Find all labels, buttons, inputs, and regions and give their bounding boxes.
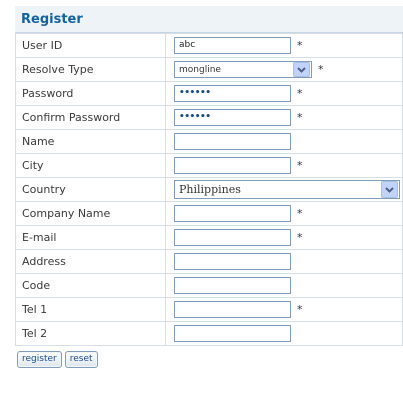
row-company-name: Company Name *	[15, 201, 403, 226]
chevron-down-icon[interactable]	[293, 62, 310, 77]
row-tel2: Tel 2	[15, 321, 403, 346]
password-label: Password	[15, 81, 166, 106]
row-tel1: Tel 1 *	[15, 297, 403, 322]
register-panel: Register User ID abc * Resolve Type mongl…	[15, 6, 403, 368]
reset-button[interactable]: reset	[64, 351, 98, 368]
email-label: E-mail	[15, 225, 166, 250]
row-address: Address	[15, 249, 403, 274]
row-email: E-mail *	[15, 225, 403, 250]
country-label: Country	[15, 177, 166, 202]
code-label: Code	[15, 273, 166, 298]
company-name-label: Company Name	[15, 201, 166, 226]
password-input[interactable]: ••••••	[174, 85, 291, 102]
required-marker: *	[297, 303, 303, 316]
address-input[interactable]	[174, 253, 291, 270]
city-input[interactable]	[174, 157, 291, 174]
city-label: City	[15, 153, 166, 178]
chevron-down-icon[interactable]	[381, 181, 398, 198]
button-bar: register reset	[15, 346, 403, 368]
register-button[interactable]: register	[17, 351, 62, 368]
row-confirm-password: Confirm Password •••••• *	[15, 105, 403, 130]
confirm-password-input[interactable]: ••••••	[174, 109, 291, 126]
user-id-input[interactable]: abc	[174, 37, 291, 54]
row-country: Country Philippines	[15, 177, 403, 202]
country-select[interactable]: Philippines	[174, 180, 400, 199]
email-input[interactable]	[174, 229, 291, 246]
code-input[interactable]	[174, 277, 291, 294]
required-marker: *	[297, 159, 303, 172]
resolve-type-label: Resolve Type	[15, 57, 166, 82]
required-marker: *	[297, 111, 303, 124]
tel2-input[interactable]	[174, 325, 291, 342]
required-marker: *	[297, 39, 303, 52]
row-user-id: User ID abc *	[15, 33, 403, 58]
row-password: Password •••••• *	[15, 81, 403, 106]
page-title: Register	[21, 11, 83, 27]
name-input[interactable]	[174, 133, 291, 150]
title-bar: Register	[15, 6, 403, 33]
user-id-label: User ID	[15, 33, 166, 58]
tel1-input[interactable]	[174, 301, 291, 318]
name-label: Name	[15, 129, 166, 154]
required-marker: *	[318, 63, 324, 76]
country-value: Philippines	[179, 183, 241, 196]
row-code: Code	[15, 273, 403, 298]
required-marker: *	[297, 207, 303, 220]
confirm-password-label: Confirm Password	[15, 105, 166, 130]
row-resolve-type: Resolve Type mongline *	[15, 57, 403, 82]
row-city: City *	[15, 153, 403, 178]
register-form-table: User ID abc * Resolve Type mongline * Pass…	[15, 33, 403, 346]
required-marker: *	[297, 87, 303, 100]
tel1-label: Tel 1	[15, 297, 166, 322]
tel2-label: Tel 2	[15, 321, 166, 346]
resolve-type-select[interactable]: mongline	[174, 61, 312, 78]
row-name: Name	[15, 129, 403, 154]
address-label: Address	[15, 249, 166, 274]
resolve-type-value: mongline	[179, 64, 221, 75]
company-name-input[interactable]	[174, 205, 291, 222]
required-marker: *	[297, 231, 303, 244]
